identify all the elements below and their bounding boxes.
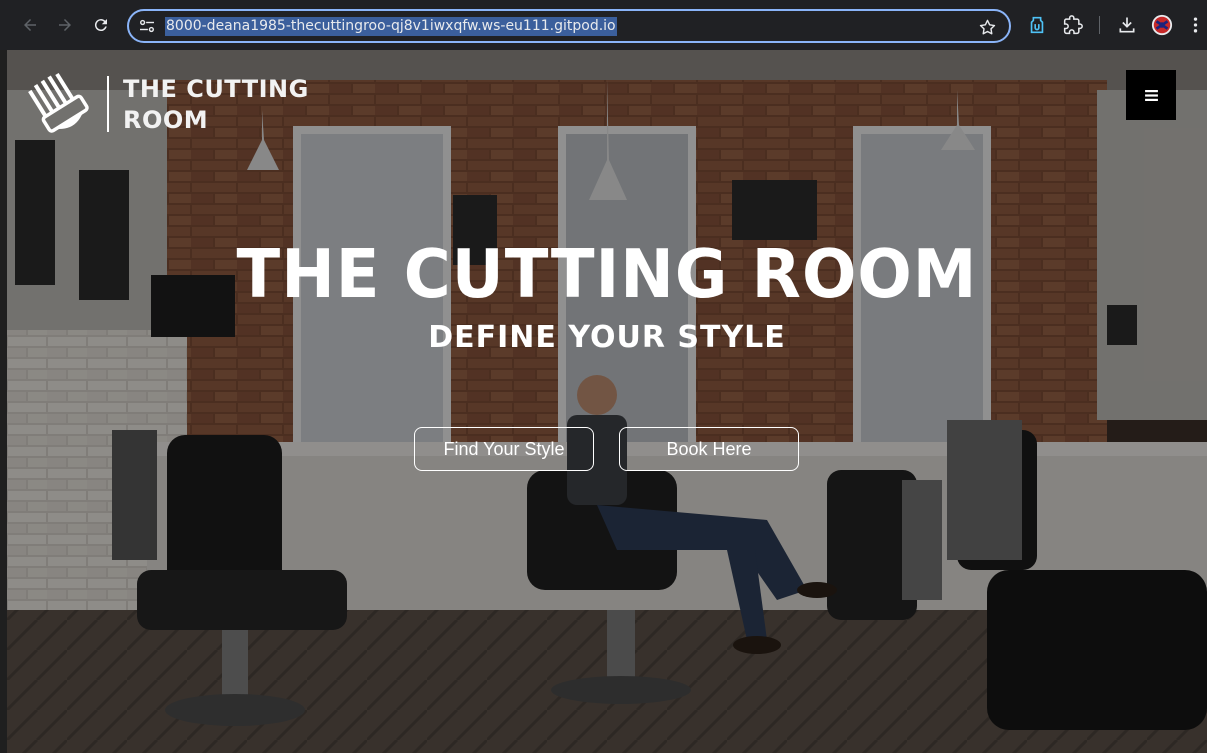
profile-avatar-icon[interactable] — [1151, 14, 1173, 36]
logo-line-1: THE CUTTING — [123, 75, 309, 103]
more-menu-icon[interactable] — [1188, 14, 1202, 36]
hero-title: THE CUTTING ROOM — [236, 236, 978, 314]
hamburger-menu-icon — [1144, 89, 1158, 101]
page-viewport: THE CUTTING ROOM THE CUTTING ROOM DEFINE… — [7, 50, 1207, 753]
bookmark-star-icon[interactable] — [977, 17, 997, 37]
puzzle-extensions-icon[interactable] — [1062, 14, 1084, 36]
logo-divider — [107, 76, 109, 132]
hero-dark-overlay — [7, 50, 1207, 753]
reload-icon[interactable] — [89, 13, 113, 37]
address-bar[interactable]: 8000-deana1985-thecuttingroo-qj8v1iwxqfw… — [127, 9, 1011, 43]
hamburger-menu-button[interactable] — [1126, 70, 1176, 120]
forward-arrow-icon[interactable] — [53, 13, 77, 37]
book-here-button[interactable]: Book Here — [619, 427, 799, 471]
toolbar-divider — [1099, 16, 1100, 34]
logo-wordmark: THE CUTTING ROOM — [123, 74, 343, 136]
download-icon[interactable] — [1116, 14, 1138, 36]
extension-icon[interactable] — [1026, 14, 1048, 36]
hero-subtitle: DEFINE YOUR STYLE — [428, 320, 786, 355]
site-info-icon[interactable] — [138, 18, 156, 34]
browser-toolbar: 8000-deana1985-thecuttingroo-qj8v1iwxqfw… — [0, 0, 1207, 50]
site-logo[interactable]: THE CUTTING ROOM — [23, 70, 333, 140]
url-text[interactable]: 8000-deana1985-thecuttingroo-qj8v1iwxqfw… — [165, 17, 617, 36]
comb-icon — [23, 70, 93, 138]
logo-line-2: ROOM — [123, 106, 209, 134]
find-your-style-button[interactable]: Find Your Style — [414, 427, 594, 471]
back-arrow-icon[interactable] — [18, 13, 42, 37]
